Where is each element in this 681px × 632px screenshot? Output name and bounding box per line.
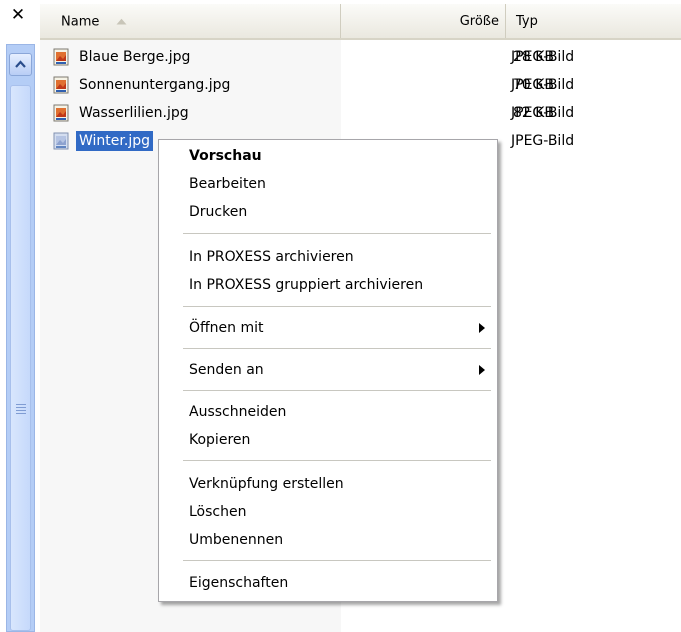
jpeg-file-icon (53, 76, 69, 94)
scroll-thumb[interactable] (10, 85, 31, 631)
submenu-arrow-icon (479, 365, 485, 375)
scroll-up-button[interactable] (9, 53, 32, 76)
chevron-up-icon (15, 60, 26, 68)
grip-icon (16, 404, 26, 416)
menu-item-ausschneiden[interactable]: Ausschneiden (159, 398, 497, 426)
column-header-size[interactable]: Größe (341, 4, 506, 38)
file-name: Wasserlilien.jpg (79, 105, 189, 121)
menu-separator (183, 390, 491, 391)
file-type: JPEG-Bild (511, 77, 575, 93)
file-row-sonnenuntergang[interactable]: Sonnenuntergang.jpg 70 KB JPEG-Bild (52, 75, 672, 95)
column-header-type[interactable]: Typ (506, 4, 681, 38)
context-menu: Vorschau Bearbeiten Drucken In PROXESS a… (158, 139, 498, 602)
jpeg-file-icon (53, 104, 69, 122)
menu-item-proxess-archivieren[interactable]: In PROXESS archivieren (159, 243, 497, 271)
menu-item-oeffnen-mit-label: Öffnen mit (189, 320, 264, 336)
menu-item-kopieren[interactable]: Kopieren (159, 426, 497, 454)
menu-item-proxess-gruppiert-archivieren[interactable]: In PROXESS gruppiert archivieren (159, 271, 497, 299)
menu-item-oeffnen-mit[interactable]: Öffnen mit (159, 314, 497, 342)
menu-item-umbenennen[interactable]: Umbenennen (159, 526, 497, 554)
file-type: JPEG-Bild (511, 49, 575, 65)
file-row-wasserlilien[interactable]: Wasserlilien.jpg 82 KB JPEG-Bild (52, 103, 672, 123)
menu-item-senden-an-label: Senden an (189, 362, 264, 378)
menu-item-loeschen[interactable]: Löschen (159, 498, 497, 526)
menu-item-eigenschaften[interactable]: Eigenschaften (159, 569, 497, 597)
jpeg-file-icon (53, 48, 69, 66)
column-header-name[interactable]: Name (40, 4, 341, 38)
menu-item-senden-an[interactable]: Senden an (159, 356, 497, 384)
submenu-arrow-icon (479, 323, 485, 333)
close-icon[interactable]: ✕ (4, 2, 32, 28)
jpeg-file-icon (53, 132, 69, 150)
menu-item-verknuepfung-erstellen[interactable]: Verknüpfung erstellen (159, 470, 497, 498)
menu-item-bearbeiten[interactable]: Bearbeiten (159, 170, 497, 198)
menu-separator (183, 233, 491, 234)
vertical-scrollbar[interactable] (6, 44, 35, 632)
file-name: Sonnenuntergang.jpg (79, 77, 231, 93)
file-row-blaue-berge[interactable]: Blaue Berge.jpg 28 KB JPEG-Bild (52, 47, 672, 67)
column-header-size-label: Größe (459, 14, 499, 29)
menu-item-drucken[interactable]: Drucken (159, 198, 497, 226)
file-type: JPEG-Bild (511, 133, 575, 149)
menu-separator (183, 348, 491, 349)
column-header-name-label: Name (61, 14, 100, 30)
column-header: Name Größe Typ (40, 4, 681, 40)
file-type: JPEG-Bild (511, 105, 575, 121)
menu-item-vorschau[interactable]: Vorschau (159, 142, 497, 170)
column-header-type-label: Typ (516, 14, 538, 29)
menu-separator (183, 306, 491, 307)
sort-ascending-icon (116, 4, 127, 40)
file-name: Blaue Berge.jpg (79, 49, 191, 65)
menu-separator (183, 460, 491, 461)
menu-separator (183, 560, 491, 561)
file-name: Winter.jpg (76, 131, 153, 151)
